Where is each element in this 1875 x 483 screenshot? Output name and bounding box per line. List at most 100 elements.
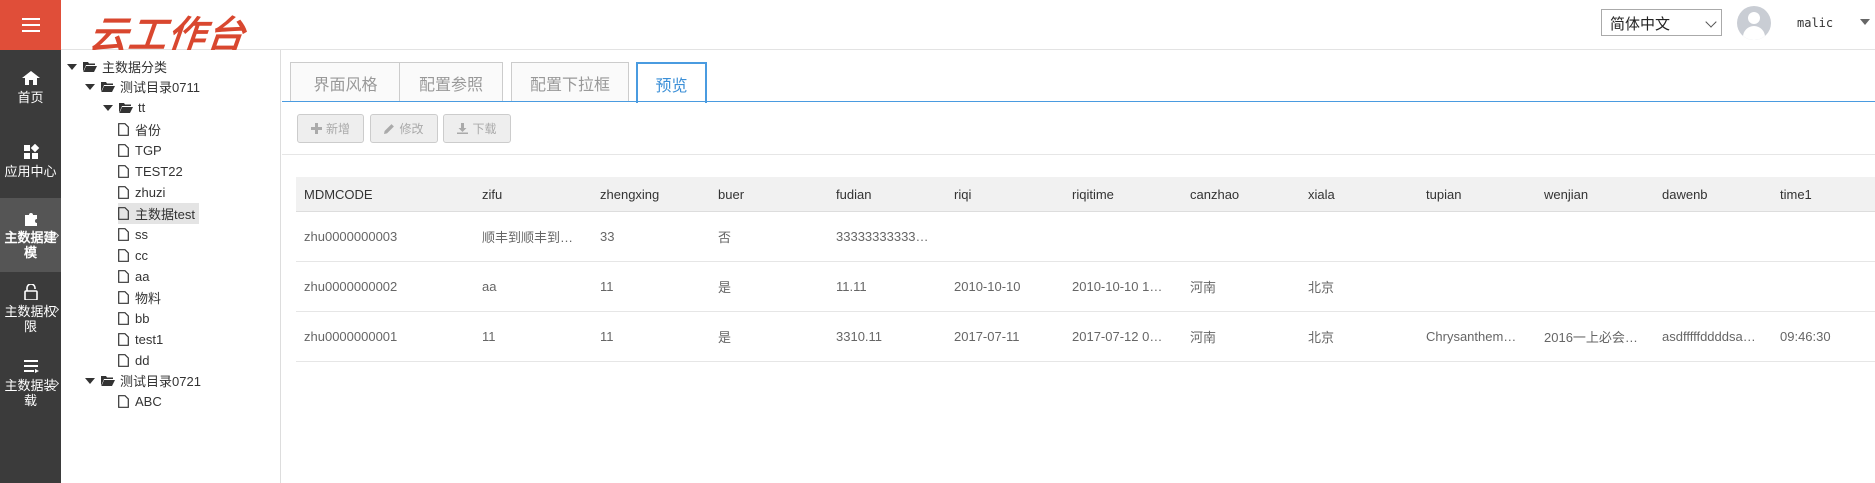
- tree-node-dir2[interactable]: 测试目录0721: [85, 370, 201, 391]
- hamburger-icon: [21, 18, 40, 20]
- tree-leaf[interactable]: zhuzi: [118, 182, 165, 203]
- column-header[interactable]: wenjian: [1544, 177, 1654, 211]
- language-select[interactable]: 简体中文: [1601, 9, 1722, 36]
- tree-node-label: 主数据分类: [102, 60, 168, 75]
- tree-leaf[interactable]: ss: [118, 224, 148, 245]
- download-icon: [457, 123, 469, 134]
- caret-down-icon[interactable]: [85, 83, 95, 90]
- edit-button[interactable]: 修改: [370, 114, 438, 143]
- file-icon: [118, 186, 129, 199]
- column-header[interactable]: fudian: [836, 177, 946, 211]
- table-cell: 顺丰到顺丰到…: [482, 230, 574, 245]
- tree-node-label: tt: [138, 100, 146, 115]
- column-header[interactable]: riqitime: [1072, 177, 1182, 211]
- column-header[interactable]: buer: [718, 177, 828, 211]
- tree-leaf[interactable]: aa: [118, 266, 149, 287]
- column-header[interactable]: zhengxing: [600, 177, 710, 211]
- folder-open-icon: [101, 376, 115, 386]
- list-icon: [23, 360, 39, 373]
- tree-node-label: 主数据test: [135, 207, 195, 222]
- table-cell: 09:46:30: [1780, 329, 1831, 344]
- tree-leaf[interactable]: bb: [118, 308, 149, 329]
- chevron-down-icon: [1705, 16, 1717, 28]
- nav-item-home[interactable]: 首页: [0, 50, 61, 124]
- tree-leaf[interactable]: cc: [118, 245, 148, 266]
- column-header[interactable]: canzhao: [1190, 177, 1300, 211]
- folder-open-icon: [101, 82, 115, 92]
- caret-down-icon[interactable]: [85, 377, 95, 384]
- user-menu-caret-icon[interactable]: [1860, 19, 1870, 25]
- tree-node-label: cc: [135, 248, 148, 263]
- table-row[interactable]: zhu0000000002 aa 11 是 11.11 2010-10-10 2…: [296, 262, 1875, 312]
- tab-config-dropdown[interactable]: 配置下拉框: [511, 62, 629, 102]
- table-cell: 3310.11: [836, 329, 883, 344]
- download-button-label: 下载: [472, 122, 497, 136]
- tree-node-label: 省份: [135, 123, 162, 138]
- table-row[interactable]: zhu0000000001 11 11 是 3310.11 2017-07-11…: [296, 312, 1875, 362]
- file-icon: [118, 312, 129, 325]
- tab-config-reference[interactable]: 配置参照: [399, 62, 503, 102]
- table-cell: [1544, 212, 1650, 261]
- column-header[interactable]: xiala: [1308, 177, 1418, 211]
- table-cell: Chrysanthem…: [1426, 329, 1517, 344]
- table-cell: 2010-10-10: [954, 279, 1021, 294]
- tree-node-label: 物料: [135, 291, 162, 306]
- tree-node-label: ABC: [135, 394, 162, 409]
- table-cell: aa: [482, 279, 497, 294]
- table-cell: [1662, 262, 1768, 311]
- top-header: 云工作台 简体中文 malic: [0, 0, 1875, 57]
- tree-leaf[interactable]: dd: [118, 350, 149, 371]
- table-cell: [1072, 212, 1178, 261]
- table-cell: [1662, 212, 1768, 261]
- table-cell: 33333333333…: [836, 229, 929, 244]
- file-icon: [118, 333, 129, 346]
- toolbar-divider: [282, 154, 1875, 155]
- username[interactable]: malic: [1797, 16, 1833, 30]
- column-header[interactable]: time1: [1780, 177, 1870, 211]
- tree-leaf[interactable]: test1: [118, 329, 163, 350]
- tree-node-label: dd: [135, 353, 150, 368]
- tree-leaf[interactable]: TGP: [118, 140, 162, 161]
- add-button[interactable]: 新增: [297, 114, 364, 143]
- column-header[interactable]: zifu: [482, 177, 592, 211]
- tree-node-tt[interactable]: tt: [103, 97, 145, 118]
- table-cell: 河南: [1190, 330, 1217, 345]
- add-button-label: 新增: [325, 122, 350, 136]
- category-tree: 主数据分类 测试目录0711 tt 省份 TGP TEST22 zhuzi 主数…: [61, 50, 281, 483]
- table-cell: [954, 212, 1060, 261]
- menu-toggle-button[interactable]: [0, 0, 61, 50]
- tree-node-root[interactable]: 主数据分类: [67, 56, 167, 77]
- tab-preview[interactable]: 预览: [636, 62, 707, 103]
- tree-leaf[interactable]: ABC: [118, 391, 162, 412]
- table-row[interactable]: zhu0000000003 顺丰到顺丰到… 33 否 33333333333…: [296, 212, 1875, 262]
- table-cell: [1426, 262, 1532, 311]
- nav-item-mdm-loading[interactable]: 主数据装 载: [0, 346, 61, 420]
- nav-item-app-center[interactable]: 应用中心: [0, 124, 61, 198]
- left-nav: 首页 应用中心 主数据建 模 主数据权 限 主数据装 载: [0, 50, 61, 483]
- nav-item-label: 首页: [17, 89, 44, 105]
- nav-item-mdm-permission[interactable]: 主数据权 限: [0, 272, 61, 346]
- tree-leaf[interactable]: 物料: [118, 287, 161, 308]
- tree-node-label: zhuzi: [135, 185, 166, 200]
- table-cell: 2010-10-10 1…: [1072, 279, 1163, 294]
- column-header[interactable]: dawenb: [1662, 177, 1772, 211]
- nav-item-mdm-modeling[interactable]: 主数据建 模: [0, 198, 61, 272]
- download-button[interactable]: 下载: [443, 114, 511, 143]
- file-icon: [118, 123, 129, 136]
- tree-node-label: 测试目录0711: [120, 80, 200, 95]
- avatar[interactable]: [1737, 6, 1771, 40]
- edit-button-label: 修改: [399, 122, 424, 136]
- caret-down-icon[interactable]: [67, 63, 77, 70]
- caret-down-icon[interactable]: [103, 104, 113, 111]
- column-header[interactable]: MDMCODE: [304, 177, 474, 211]
- table-cell: 2016一上必会…: [1544, 330, 1638, 345]
- column-header[interactable]: riqi: [954, 177, 1064, 211]
- tree-node-label: bb: [135, 311, 150, 326]
- tab-ui-style[interactable]: 界面风格: [290, 62, 401, 102]
- column-header[interactable]: tupian: [1426, 177, 1536, 211]
- tree-leaf[interactable]: 省份: [118, 119, 161, 140]
- tree-leaf[interactable]: TEST22: [118, 161, 183, 182]
- tree-node-dir1[interactable]: 测试目录0711: [85, 76, 200, 97]
- tree-leaf-selected[interactable]: 主数据test: [118, 203, 199, 224]
- file-icon: [118, 207, 129, 220]
